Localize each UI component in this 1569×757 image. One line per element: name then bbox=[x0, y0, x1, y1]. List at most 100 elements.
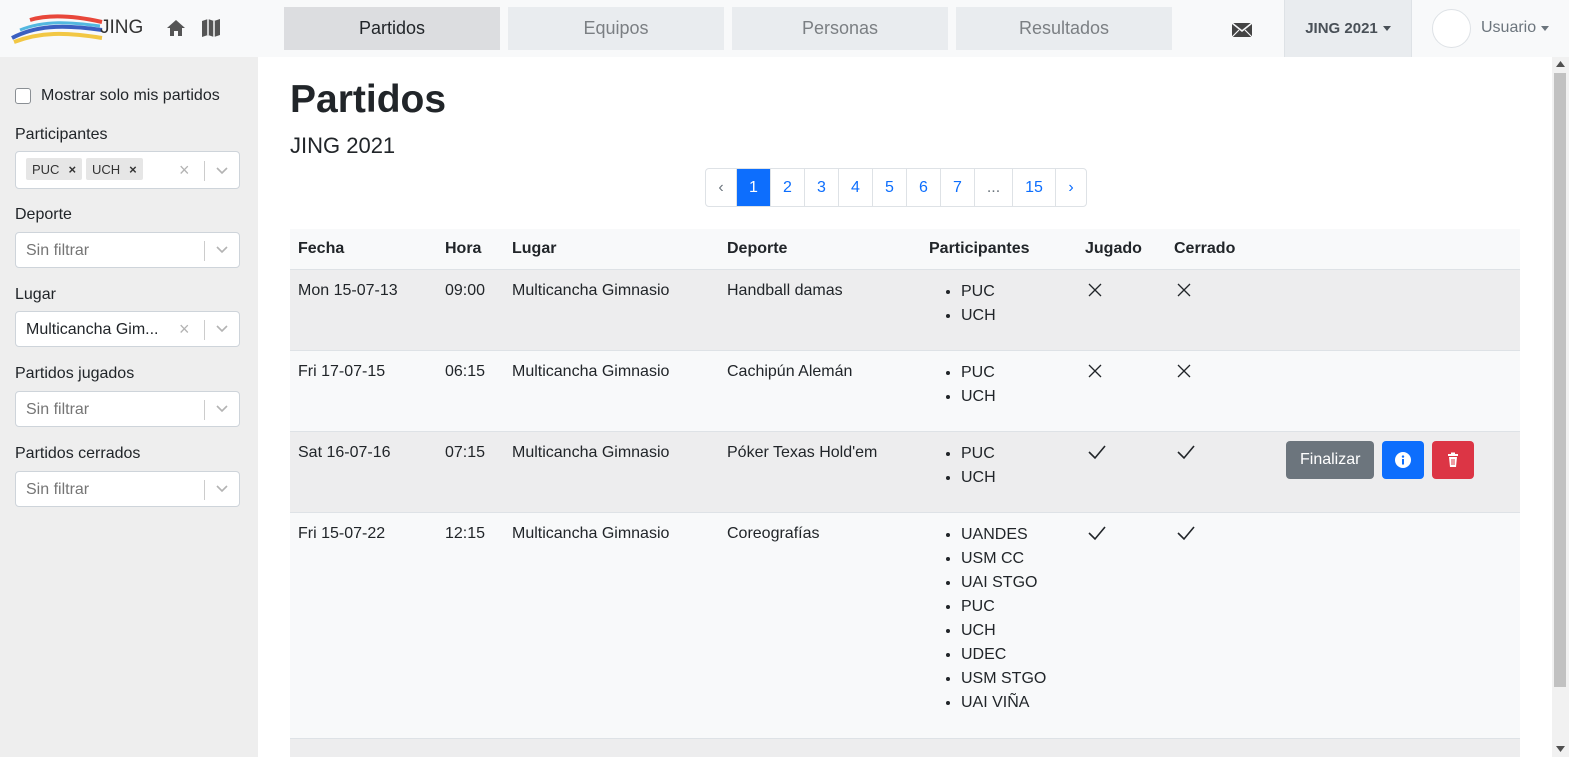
col-participantes[interactable]: Participantes bbox=[921, 229, 1077, 270]
participant-item: UDEC bbox=[961, 643, 1069, 667]
table-row[interactable]: Fri 15-07-22 12:15 Multicancha Gimnasio … bbox=[290, 512, 1520, 739]
sport-select[interactable]: Sin filtrar bbox=[15, 232, 240, 268]
chip-remove-icon[interactable]: × bbox=[129, 162, 137, 177]
chevron-down-icon[interactable] bbox=[216, 245, 228, 255]
participant-item: USM STGO bbox=[961, 667, 1069, 691]
scrollbar-thumb[interactable] bbox=[1554, 73, 1566, 687]
participant-item: UCH bbox=[961, 385, 1069, 409]
chip-label: PUC bbox=[32, 161, 60, 177]
cell-deporte: Póker Texas Hold'em bbox=[719, 431, 921, 513]
trash-icon bbox=[1448, 452, 1459, 467]
season-dropdown[interactable]: JING 2021 bbox=[1284, 0, 1412, 57]
cell-participantes: PUC UCH bbox=[921, 350, 1077, 432]
pagination: ‹ 1 2 3 4 5 6 7 ... 15 › bbox=[705, 168, 1087, 207]
page-7[interactable]: 7 bbox=[941, 169, 975, 206]
avatar bbox=[1432, 8, 1471, 48]
info-button[interactable] bbox=[1382, 441, 1425, 479]
map-icon[interactable] bbox=[200, 17, 222, 39]
table-row-partial bbox=[290, 739, 1520, 757]
mail-icon[interactable] bbox=[1230, 20, 1254, 40]
filter-sidebar: Mostrar solo mis partidos Participantes … bbox=[0, 57, 258, 757]
page-15[interactable]: 15 bbox=[1013, 169, 1056, 206]
clear-icon[interactable]: × bbox=[179, 319, 190, 340]
cell-participantes: UANDES USM CC UAI STGO PUC UCH UDEC USM … bbox=[921, 512, 1077, 739]
col-cerrado[interactable]: Cerrado bbox=[1166, 229, 1286, 270]
participant-item: PUC bbox=[961, 361, 1069, 385]
col-hora[interactable]: Hora bbox=[437, 229, 504, 270]
divider bbox=[204, 400, 205, 420]
cell-jugado bbox=[1077, 269, 1166, 351]
clear-icon[interactable]: × bbox=[179, 160, 190, 181]
caret-down-icon bbox=[1382, 26, 1391, 31]
chevron-down-icon[interactable] bbox=[216, 324, 228, 334]
user-menu[interactable]: Usuario bbox=[1432, 8, 1550, 48]
cross-icon bbox=[1088, 283, 1102, 297]
cell-cerrado bbox=[1166, 350, 1286, 432]
page-next[interactable]: › bbox=[1056, 169, 1086, 206]
col-actions bbox=[1286, 229, 1520, 270]
tab-personas[interactable]: Personas bbox=[732, 7, 948, 50]
col-fecha[interactable]: Fecha bbox=[290, 229, 437, 270]
cell-cerrado bbox=[1166, 512, 1286, 739]
chip-label: UCH bbox=[92, 161, 121, 177]
cell-deporte: Handball damas bbox=[719, 269, 921, 351]
col-deporte[interactable]: Deporte bbox=[719, 229, 921, 270]
cell-cerrado bbox=[1166, 431, 1286, 513]
user-label: Usuario bbox=[1481, 19, 1537, 36]
tab-partidos[interactable]: Partidos bbox=[284, 7, 500, 50]
cell-hora: 12:15 bbox=[437, 512, 504, 739]
page-3[interactable]: 3 bbox=[805, 169, 839, 206]
cell-fecha: Mon 15-07-13 bbox=[290, 269, 437, 351]
col-jugado[interactable]: Jugado bbox=[1077, 229, 1166, 270]
place-select[interactable]: Multicancha Gim... × bbox=[15, 311, 240, 347]
check-icon bbox=[1088, 445, 1106, 460]
only-mine-checkbox[interactable] bbox=[15, 88, 31, 104]
closed-placeholder: Sin filtrar bbox=[26, 481, 90, 498]
only-mine-filter[interactable]: Mostrar solo mis partidos bbox=[15, 87, 220, 105]
only-mine-label: Mostrar solo mis partidos bbox=[41, 87, 220, 104]
cell-hora: 06:15 bbox=[437, 350, 504, 432]
check-icon bbox=[1177, 445, 1195, 460]
page-1[interactable]: 1 bbox=[737, 169, 771, 206]
participants-select[interactable]: PUC × UCH × × bbox=[15, 151, 240, 189]
chevron-down-icon[interactable] bbox=[216, 166, 228, 176]
page-subtitle: JING 2021 bbox=[290, 133, 396, 158]
tab-equipos[interactable]: Equipos bbox=[508, 7, 724, 50]
delete-button[interactable] bbox=[1432, 441, 1475, 479]
cell-fecha: Fri 17-07-15 bbox=[290, 350, 437, 432]
divider bbox=[204, 480, 205, 500]
chevron-down-icon[interactable] bbox=[216, 484, 228, 494]
cell-actions: Finalizar bbox=[1286, 431, 1520, 513]
cell-lugar: Multicancha Gimnasio bbox=[504, 350, 719, 432]
sport-label: Deporte bbox=[15, 206, 72, 223]
page-4[interactable]: 4 bbox=[839, 169, 873, 206]
cell-deporte: Coreografías bbox=[719, 512, 921, 739]
home-icon[interactable] bbox=[165, 17, 187, 39]
cell-hora: 07:15 bbox=[437, 431, 504, 513]
closed-select[interactable]: Sin filtrar bbox=[15, 471, 240, 507]
page-5[interactable]: 5 bbox=[873, 169, 907, 206]
page-ellipsis: ... bbox=[975, 169, 1013, 206]
tab-resultados[interactable]: Resultados bbox=[956, 7, 1172, 50]
table-row[interactable]: Fri 17-07-15 06:15 Multicancha Gimnasio … bbox=[290, 350, 1520, 432]
table-row[interactable]: Mon 15-07-13 09:00 Multicancha Gimnasio … bbox=[290, 269, 1520, 351]
page-2[interactable]: 2 bbox=[771, 169, 805, 206]
table-row[interactable]: Sat 16-07-16 07:15 Multicancha Gimnasio … bbox=[290, 431, 1520, 513]
divider bbox=[204, 241, 205, 261]
cell-deporte: Cachipún Alemán bbox=[719, 350, 921, 432]
col-lugar[interactable]: Lugar bbox=[504, 229, 719, 270]
caret-down-icon bbox=[1541, 25, 1550, 31]
finalize-button[interactable]: Finalizar bbox=[1286, 441, 1375, 479]
played-select[interactable]: Sin filtrar bbox=[15, 391, 240, 427]
participant-item: USM CC bbox=[961, 547, 1069, 571]
cross-icon bbox=[1177, 283, 1191, 297]
cell-lugar: Multicancha Gimnasio bbox=[504, 512, 719, 739]
page-prev[interactable]: ‹ bbox=[706, 169, 737, 206]
page-6[interactable]: 6 bbox=[907, 169, 941, 206]
chevron-down-icon[interactable] bbox=[216, 404, 228, 414]
scroll-up-icon[interactable] bbox=[1556, 61, 1565, 67]
scroll-down-icon[interactable] bbox=[1556, 746, 1565, 752]
chip-remove-icon[interactable]: × bbox=[68, 162, 76, 177]
cell-actions bbox=[1286, 512, 1520, 739]
cell-participantes: PUC UCH bbox=[921, 269, 1077, 351]
